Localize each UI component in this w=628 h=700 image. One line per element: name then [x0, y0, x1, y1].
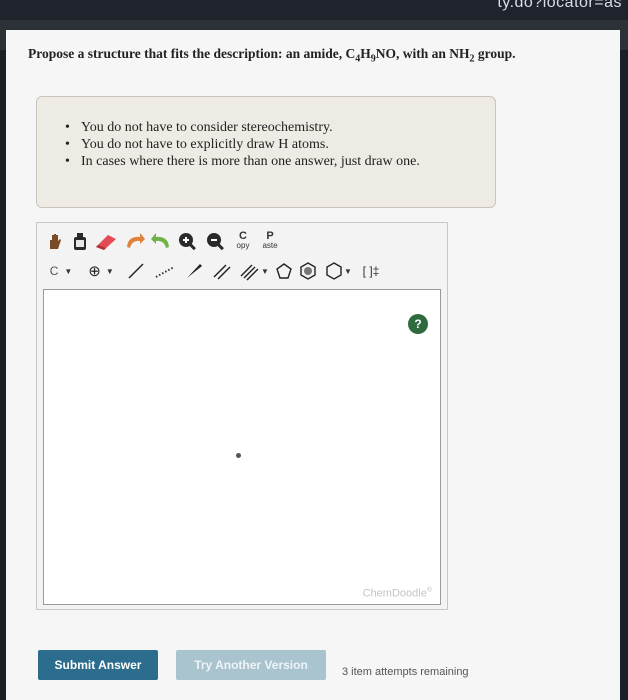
try-another-version-button[interactable]: Try Another Version — [176, 650, 326, 680]
zoom-in-icon[interactable] — [175, 229, 201, 253]
submit-answer-button[interactable]: Submit Answer — [38, 650, 158, 680]
eraser-icon[interactable] — [93, 229, 121, 253]
instructions-box: • You do not have to consider stereochemi… — [36, 96, 496, 208]
url-fragment: ty.do?locator=as — [497, 0, 622, 11]
triple-bond-selector[interactable]: ▼ — [237, 259, 271, 283]
note-item: • In cases where there is more than one a… — [65, 154, 420, 169]
chevron-down-icon: ▼ — [261, 266, 269, 276]
attempts-remaining-text: 3 item attempts remaining — [342, 666, 469, 678]
canvas-dot — [236, 453, 241, 458]
chevron-down-icon: ▼ — [64, 266, 73, 276]
cyclopentane-icon[interactable] — [273, 259, 295, 283]
charge-selector[interactable]: ⊕ ▼ — [81, 259, 121, 283]
toolbar-row-1: C opy P aste — [43, 227, 285, 255]
copy-button[interactable]: C opy — [231, 229, 255, 253]
ring-selector[interactable]: ▼ — [321, 259, 355, 283]
question-text: Propose a structure that fits the descri… — [28, 46, 516, 65]
clear-icon[interactable] — [69, 229, 91, 253]
atom-selector[interactable]: C ▼ — [43, 259, 79, 283]
browser-top-bar: ty.do?locator=as — [0, 0, 628, 20]
note-item: • You do not have to explicitly draw H at… — [65, 137, 329, 152]
undo-icon[interactable] — [123, 229, 147, 253]
double-bond-icon[interactable] — [209, 259, 235, 283]
single-bond-icon[interactable] — [123, 259, 149, 283]
chevron-down-icon: ▼ — [344, 266, 352, 276]
redo-icon[interactable] — [149, 229, 173, 253]
toolbar-row-2: C ▼ ⊕ ▼ ▼ ▼ []‡ — [43, 257, 387, 285]
bracket-tool[interactable]: [ ]‡ — [357, 259, 385, 283]
hand-icon[interactable] — [43, 229, 67, 253]
paste-button[interactable]: P aste — [257, 229, 283, 253]
chevron-down-icon: ▼ — [105, 266, 114, 276]
dashed-bond-icon[interactable] — [151, 259, 179, 283]
zoom-out-icon[interactable] — [203, 229, 229, 253]
drawing-canvas[interactable]: ? ChemDoodle® — [43, 289, 441, 605]
help-icon[interactable]: ? — [408, 314, 428, 334]
chemdoodle-watermark: ChemDoodle® — [362, 587, 432, 600]
benzene-icon[interactable] — [297, 259, 319, 283]
note-item: • You do not have to consider stereochemi… — [65, 120, 333, 135]
chemdoodle-editor: C opy P aste C ▼ ⊕ ▼ ▼ ▼ []‡ ? ChemDood… — [36, 222, 448, 610]
wedge-bond-icon[interactable] — [181, 259, 207, 283]
